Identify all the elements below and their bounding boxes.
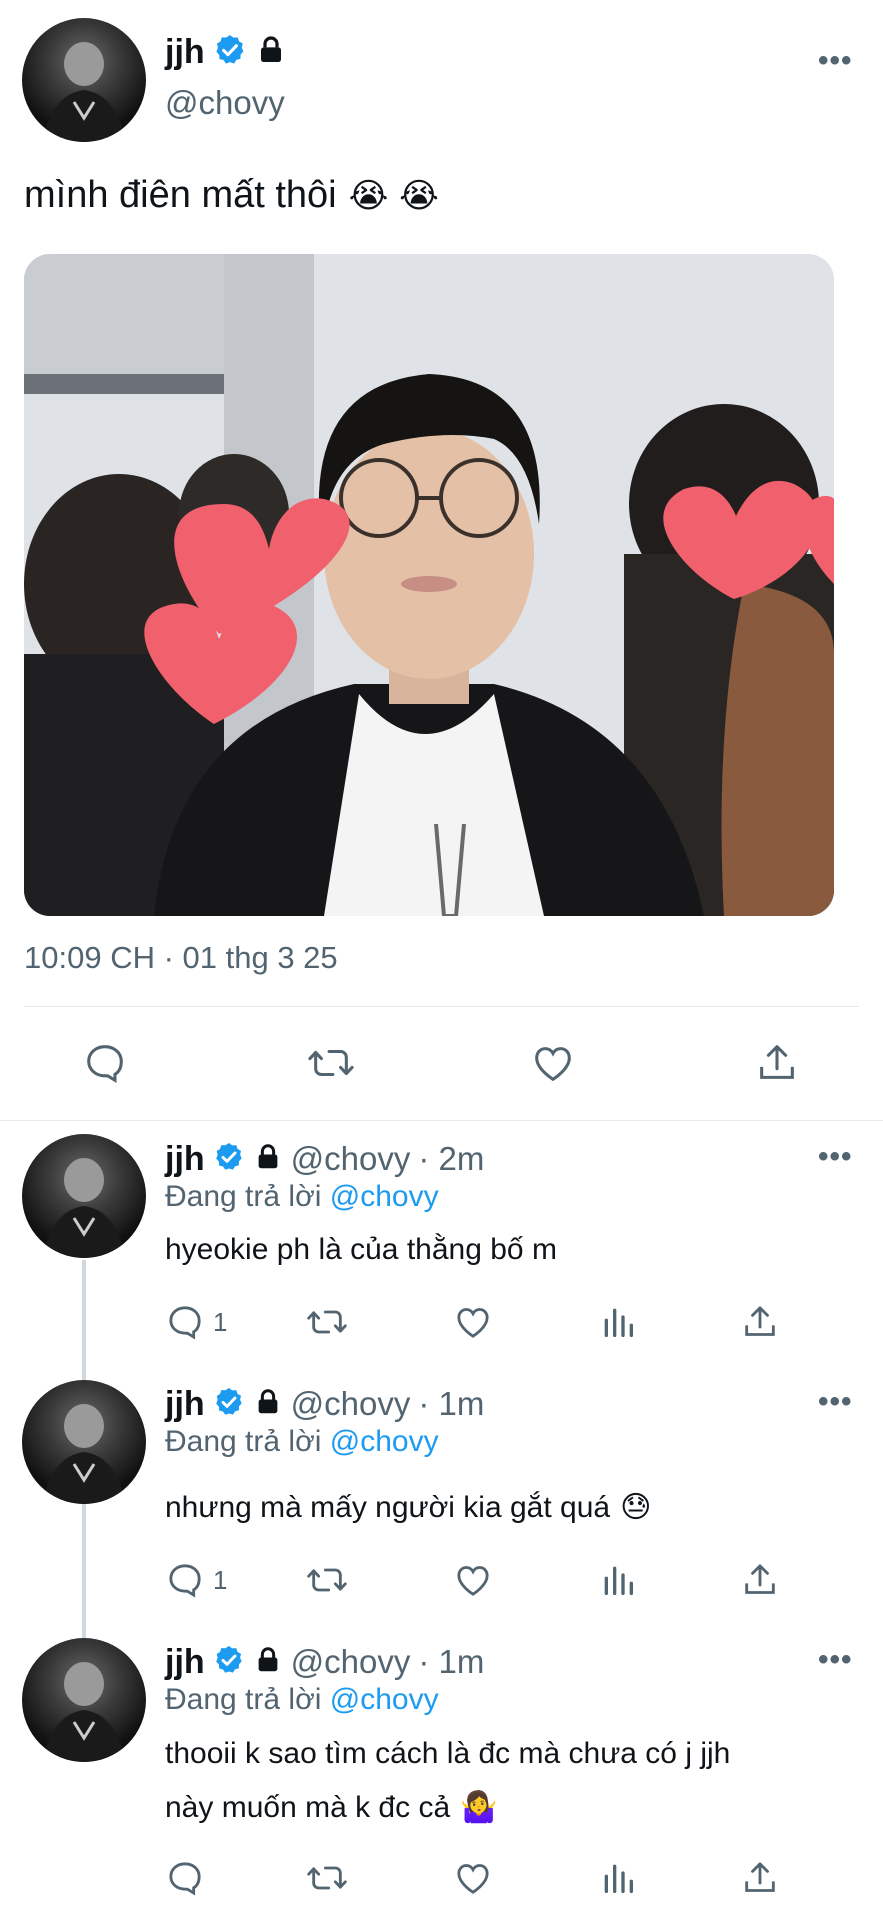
main-tweet-text: mình điên mất thôi 😭 😭 xyxy=(24,174,439,217)
replying-to: Đang trả lời @chovy xyxy=(165,1683,439,1717)
reply-text-line-1: thooii k sao tìm cách là đc mà chưa có j… xyxy=(165,1737,731,1770)
reply-body: này muốn mà k đc cả xyxy=(165,1790,451,1824)
reply-icon[interactable] xyxy=(82,1040,128,1086)
lock-icon xyxy=(253,1645,283,1680)
divider xyxy=(0,1120,883,1121)
lock-icon xyxy=(255,34,287,71)
reply-text: nhưng mà mấy người kia gắt quá 😓 xyxy=(165,1490,651,1525)
share-icon[interactable] xyxy=(740,1302,780,1342)
sweat-emoji: 😓 xyxy=(620,1490,652,1525)
retweet-icon[interactable] xyxy=(305,1302,349,1342)
share-icon[interactable] xyxy=(740,1560,780,1600)
like-icon[interactable] xyxy=(453,1302,493,1342)
main-display-name[interactable]: jjh xyxy=(165,33,205,72)
reply-time[interactable]: · 2m xyxy=(418,1140,484,1178)
share-icon[interactable] xyxy=(754,1040,800,1086)
lock-icon xyxy=(253,1142,283,1177)
main-handle[interactable]: @chovy xyxy=(165,84,285,122)
reply-time[interactable]: · 1m xyxy=(418,1385,484,1423)
reply-display-name[interactable]: jjh xyxy=(165,1643,205,1682)
verified-badge-icon xyxy=(213,33,247,72)
like-icon[interactable] xyxy=(453,1858,493,1898)
views-icon[interactable] xyxy=(598,1560,638,1600)
share-icon[interactable] xyxy=(740,1858,780,1898)
reply-text-line-2: này muốn mà k đc cả 🤷‍♀️ xyxy=(165,1790,498,1825)
verified-badge-icon xyxy=(213,1644,245,1681)
divider xyxy=(24,1006,859,1007)
tweet-timestamp[interactable]: 10:09 CH · 01 thg 3 25 xyxy=(24,940,338,976)
verified-badge-icon xyxy=(213,1141,245,1178)
reply-body: nhưng mà mấy người kia gắt quá xyxy=(165,1490,611,1524)
reply-icon[interactable] xyxy=(165,1858,205,1898)
replying-mention[interactable]: @chovy xyxy=(330,1425,439,1458)
lock-icon xyxy=(253,1387,283,1422)
reply-icon[interactable]: 1 xyxy=(165,1302,227,1342)
reply-icon[interactable]: 1 xyxy=(165,1560,227,1600)
replying-to: Đang trả lời @chovy xyxy=(165,1425,439,1459)
reply-count: 1 xyxy=(213,1306,228,1337)
crying-emoji: 😭 😭 xyxy=(348,175,439,216)
main-avatar[interactable] xyxy=(22,18,146,142)
reply-display-name[interactable]: jjh xyxy=(165,1385,205,1424)
reply-avatar[interactable] xyxy=(22,1134,146,1258)
reply-avatar[interactable] xyxy=(22,1380,146,1504)
main-tweet-body: mình điên mất thôi xyxy=(24,174,337,216)
reply-avatar[interactable] xyxy=(22,1638,146,1762)
like-icon[interactable] xyxy=(453,1560,493,1600)
reply-handle[interactable]: @chovy xyxy=(291,1385,411,1423)
reply-count: 1 xyxy=(213,1564,228,1595)
like-icon[interactable] xyxy=(530,1040,576,1086)
replying-prefix: Đang trả lời xyxy=(165,1180,322,1213)
verified-badge-icon xyxy=(213,1386,245,1423)
replying-mention[interactable]: @chovy xyxy=(330,1180,439,1213)
reply-handle[interactable]: @chovy xyxy=(291,1140,411,1178)
retweet-icon[interactable] xyxy=(305,1858,349,1898)
reply-handle[interactable]: @chovy xyxy=(291,1643,411,1681)
retweet-icon[interactable] xyxy=(305,1560,349,1600)
replying-prefix: Đang trả lời xyxy=(165,1425,322,1458)
reply-text: hyeokie ph là của thằng bố m xyxy=(165,1233,557,1266)
shrug-emoji: 🤷‍♀️ xyxy=(460,1790,498,1825)
views-icon[interactable] xyxy=(598,1858,638,1898)
views-icon[interactable] xyxy=(598,1302,638,1342)
replying-prefix: Đang trả lời xyxy=(165,1683,322,1716)
more-icon[interactable]: ••• xyxy=(818,44,853,78)
more-icon[interactable]: ••• xyxy=(818,1643,853,1677)
replying-mention[interactable]: @chovy xyxy=(330,1683,439,1716)
retweet-icon[interactable] xyxy=(306,1040,356,1086)
more-icon[interactable]: ••• xyxy=(818,1140,853,1174)
reply-time[interactable]: · 1m xyxy=(418,1643,484,1681)
replying-to: Đang trả lời @chovy xyxy=(165,1180,439,1214)
reply-display-name[interactable]: jjh xyxy=(165,1140,205,1179)
more-icon[interactable]: ••• xyxy=(818,1385,853,1419)
tweet-photo[interactable] xyxy=(24,254,834,916)
